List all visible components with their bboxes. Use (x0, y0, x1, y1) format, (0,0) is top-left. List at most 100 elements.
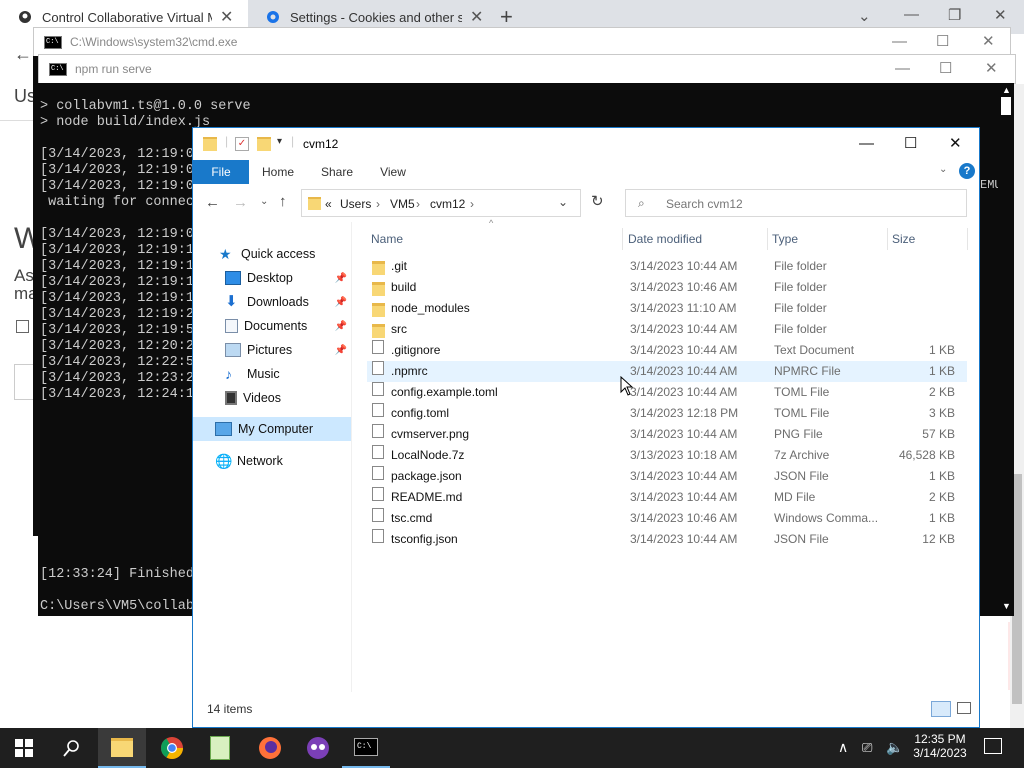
chevron-down-icon[interactable]: ⌄ (858, 7, 871, 25)
scroll-up-icon[interactable]: ▲ (1002, 85, 1011, 95)
explorer-titlebar[interactable]: | ✓ ▾ | cvm12 — ☐ ✕ (193, 128, 979, 160)
nav-item-music[interactable]: ♪ Music (193, 362, 351, 386)
minimize-button[interactable]: — (895, 60, 910, 77)
refresh-icon[interactable]: ↻ (591, 192, 604, 210)
expand-ribbon-icon[interactable]: ⌄ (939, 164, 947, 175)
nav-item-videos[interactable]: Videos (193, 386, 351, 410)
file-row[interactable]: tsc.cmd 3/14/2023 10:46 AM Windows Comma..… (367, 508, 967, 529)
tab-share[interactable]: Share (313, 160, 361, 184)
breadcrumb-separator-icon[interactable]: › (416, 197, 420, 211)
file-row[interactable]: cvmserver.png 3/14/2023 10:44 AM PNG File 5… (367, 424, 967, 445)
breadcrumb-separator-icon[interactable]: › (376, 197, 380, 211)
scrollbar-thumb[interactable] (1001, 97, 1011, 115)
recent-locations-icon[interactable]: ⌄ (260, 196, 268, 207)
minimize-button[interactable]: — (904, 6, 919, 23)
quick-access-toolbar-dropdown-icon[interactable]: ▾ (277, 136, 282, 147)
pin-icon: 📌 (334, 296, 347, 308)
chevron-up-icon[interactable]: ∧ (838, 739, 848, 756)
close-button[interactable]: ✕ (982, 32, 995, 50)
file-icon (372, 424, 384, 438)
file-type: JSON File (774, 469, 829, 483)
taskbar-firefox[interactable] (246, 728, 294, 768)
close-button[interactable]: ✕ (994, 6, 1007, 24)
taskbar-chrome[interactable] (148, 728, 196, 768)
scroll-down-icon[interactable]: ▼ (1002, 601, 1011, 611)
taskbar-notepad-plus[interactable] (196, 728, 244, 768)
file-row[interactable]: build 3/14/2023 10:46 AM File folder (367, 277, 967, 298)
nav-item-downloads[interactable]: ⬇ Downloads 📌 (193, 290, 351, 314)
taskbar-app[interactable] (294, 728, 342, 768)
help-icon[interactable]: ? (959, 163, 975, 179)
file-row[interactable]: .npmrc 3/14/2023 10:44 AM NPMRC File 1 KB (367, 361, 967, 382)
nav-item-desktop[interactable]: Desktop 📌 (193, 266, 351, 290)
volume-icon[interactable]: 🔈 (886, 739, 903, 756)
cmd-scrollbar[interactable]: ▲ ▼ (998, 83, 1014, 616)
folder-icon (372, 324, 385, 338)
column-date-modified[interactable]: Date modified (624, 228, 768, 250)
back-arrow-icon[interactable]: ← (205, 194, 220, 211)
close-button[interactable]: ✕ (949, 134, 962, 152)
address-bar[interactable]: « Users › VM5 › cvm12 › ⌄ (301, 189, 581, 217)
properties-icon[interactable]: ✓ (235, 137, 249, 151)
file-row[interactable]: src 3/14/2023 10:44 AM File folder (367, 319, 967, 340)
nav-my-computer[interactable]: My Computer (193, 417, 351, 441)
file-row[interactable]: config.example.toml 3/14/2023 10:44 AM TOM… (367, 382, 967, 403)
search-icon: ⌕ (638, 196, 645, 210)
file-row[interactable]: .git 3/14/2023 10:44 AM File folder (367, 256, 967, 277)
large-icons-view-icon[interactable] (957, 702, 971, 714)
tab-close-icon[interactable]: ✕ (220, 7, 233, 27)
back-arrow-icon[interactable]: ← (14, 44, 32, 65)
taskbar-file-explorer[interactable] (98, 728, 146, 768)
breadcrumb-overflow[interactable]: « (325, 197, 332, 211)
maximize-button[interactable]: ☐ (904, 134, 917, 152)
file-row[interactable]: README.md 3/14/2023 10:44 AM MD File 2 KB (367, 487, 967, 508)
navigation-pane: ★ Quick access Desktop 📌 ⬇ Downloads 📌 D… (193, 222, 352, 692)
file-icon (372, 466, 384, 480)
file-row[interactable]: node_modules 3/14/2023 11:10 AM File folde… (367, 298, 967, 319)
file-icon (372, 361, 384, 375)
file-icon (372, 382, 384, 396)
maximize-button[interactable]: ☐ (939, 59, 952, 77)
notifications-icon[interactable] (984, 738, 1002, 754)
nav-item-pictures[interactable]: Pictures 📌 (193, 338, 351, 362)
nav-quick-access[interactable]: ★ Quick access (193, 242, 351, 266)
restore-button[interactable]: ❐ (948, 6, 961, 24)
tab-home[interactable]: Home (255, 160, 301, 184)
nav-network[interactable]: 🌐 Network (193, 449, 351, 473)
tab-close-icon[interactable]: ✕ (470, 7, 483, 27)
address-dropdown-icon[interactable]: ⌄ (558, 195, 568, 209)
maximize-button[interactable]: ☐ (936, 32, 949, 50)
checkbox[interactable] (16, 320, 29, 333)
column-size[interactable]: Size (888, 228, 968, 250)
tab-file[interactable]: File (193, 160, 249, 184)
minimize-button[interactable]: — (859, 135, 874, 152)
details-view-icon[interactable] (931, 701, 951, 717)
search-input[interactable]: ⌕ Search cvm12 (625, 189, 967, 217)
start-button[interactable] (0, 728, 48, 768)
file-row[interactable]: config.toml 3/14/2023 12:18 PM TOML File 3 … (367, 403, 967, 424)
column-name[interactable]: Name (367, 228, 623, 250)
nav-item-documents[interactable]: Documents 📌 (193, 314, 351, 338)
breadcrumb-vm5[interactable]: VM5 (390, 197, 415, 211)
cmd-back-titlebar[interactable]: C:\ C:\Windows\system32\cmd.exe — ☐ ✕ (33, 27, 1011, 57)
clock[interactable]: 12:35 PM 3/14/2023 (906, 732, 974, 760)
breadcrumb-users[interactable]: Users (340, 197, 371, 211)
folder-icon (308, 197, 321, 210)
file-row[interactable]: LocalNode.7z 3/13/2023 10:18 AM 7z Archive… (367, 445, 967, 466)
up-arrow-icon[interactable]: ↑ (279, 193, 287, 210)
file-row[interactable]: tsconfig.json 3/14/2023 10:44 AM JSON File… (367, 529, 967, 550)
close-button[interactable]: ✕ (985, 59, 998, 77)
breadcrumb-cvm12[interactable]: cvm12 (430, 197, 465, 211)
search-button[interactable] (48, 728, 96, 768)
network-tray-icon[interactable]: ⎚ (862, 740, 872, 756)
column-type[interactable]: Type (768, 228, 888, 250)
tab-view[interactable]: View (371, 160, 415, 184)
cmd-npm-titlebar[interactable]: C:\ npm run serve — ☐ ✕ (38, 54, 1016, 84)
taskbar-cmd[interactable]: C:\ (342, 728, 390, 768)
minimize-button[interactable]: — (892, 33, 907, 50)
file-row[interactable]: .gitignore 3/14/2023 10:44 AM Text Documen… (367, 340, 967, 361)
new-folder-icon[interactable] (257, 137, 271, 151)
breadcrumb-separator-icon[interactable]: › (470, 197, 474, 211)
file-row[interactable]: package.json 3/14/2023 10:44 AM JSON File 1… (367, 466, 967, 487)
forward-arrow-icon[interactable]: → (233, 194, 248, 211)
